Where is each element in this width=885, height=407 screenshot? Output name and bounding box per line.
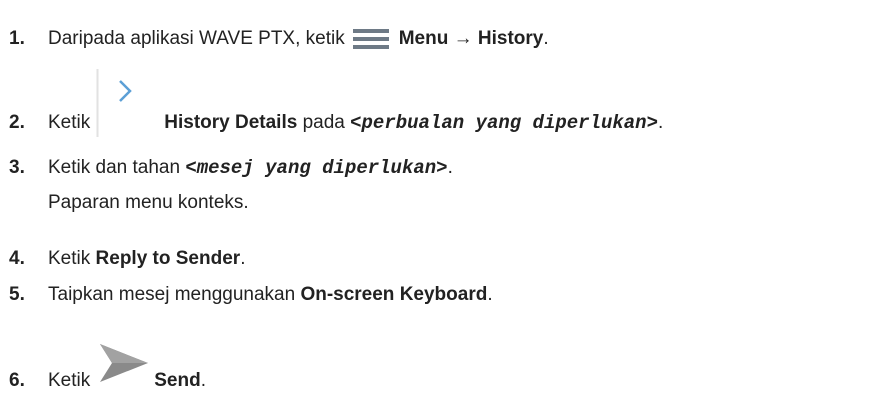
ui-term: Send [154, 370, 201, 391]
step-text: . [543, 28, 549, 49]
step-text: pada [297, 112, 351, 133]
placeholder-term: <perbualan yang diperlukan> [350, 112, 658, 134]
step-number: 5. [9, 284, 25, 305]
ui-term: History [477, 28, 544, 49]
ui-term: Reply to Sender [95, 248, 241, 269]
ui-term: On-screen Keyboard [300, 284, 488, 305]
step-number: 1. [9, 28, 25, 49]
ui-term: History Details [164, 112, 298, 133]
step-3-result: Paparan menu konteks. [48, 192, 249, 213]
step-text: . [447, 157, 453, 178]
step-2: 2. Ketik History Details pada <perbualan… [0, 66, 663, 140]
step-text: Ketik [48, 370, 91, 391]
step-5: 5. Taipkan mesej menggunakan On-screen K… [0, 280, 493, 310]
step-text: Ketik [48, 248, 96, 269]
step-text: Taipkan mesej menggunakan [48, 284, 301, 305]
ui-term: Menu [398, 28, 449, 49]
step-number: 2. [9, 112, 25, 133]
step-text: . [200, 370, 206, 391]
step-6: 6. Ketik Send . [0, 330, 206, 396]
step-text: Ketik dan tahan [48, 157, 186, 178]
step-number: 4. [9, 248, 25, 269]
step-text: Ketik [48, 112, 91, 133]
chevron-right-icon [96, 69, 133, 137]
step-text: . [657, 112, 664, 133]
placeholder-term: <mesej yang diperlukan> [185, 157, 448, 179]
step-1: 1. Daripada aplikasi WAVE PTX, ketik Men… [0, 23, 549, 55]
step-text: Daripada aplikasi WAVE PTX, ketik [48, 28, 345, 49]
step-text: . [487, 284, 493, 305]
step-4: 4. Ketik Reply to Sender . [0, 244, 245, 274]
step-text: → [448, 28, 478, 49]
send-arrow-icon [100, 344, 149, 382]
step-number: 6. [9, 370, 25, 391]
step-3: 3. Ketik dan tahan <mesej yang diperluka… [0, 153, 453, 183]
step-text: . [240, 248, 246, 269]
step-number: 3. [9, 157, 25, 178]
hamburger-menu-icon [352, 29, 389, 49]
